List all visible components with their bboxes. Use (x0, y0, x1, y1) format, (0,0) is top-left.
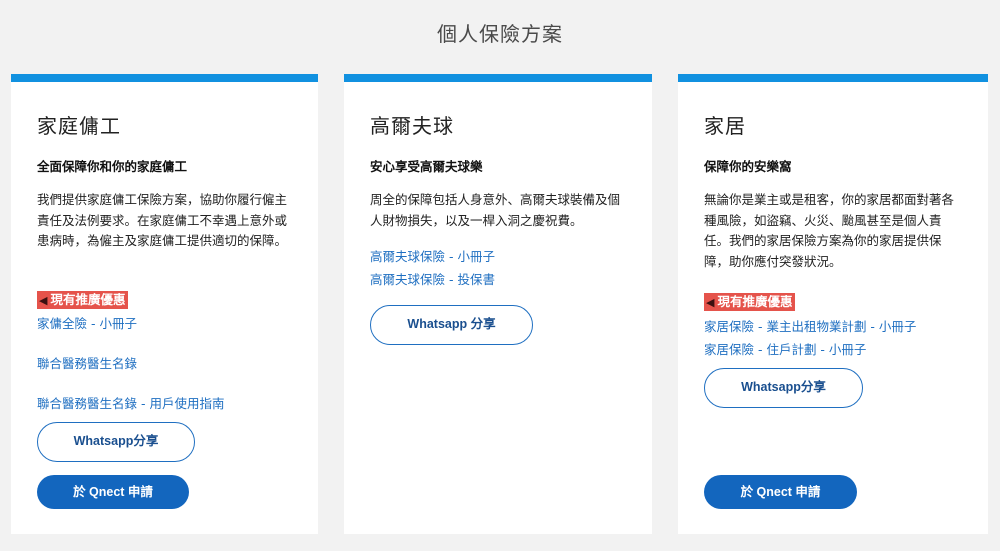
apply-qnect-button[interactable]: 於 Qnect 申請 (37, 475, 189, 509)
card-subtitle: 安心享受高爾夫球樂 (370, 159, 483, 174)
link-doctor-list-guide[interactable]: 聯合醫務醫生名錄 - 用戶使用指南 (37, 393, 224, 412)
link-golf-proposal[interactable]: 高爾夫球保險 - 投保書 (370, 269, 495, 288)
card-title: 家居 (704, 114, 746, 138)
card-description: 無論你是業主或是租客，你的家居都面對著各種風險，如盜竊、火災、颱風甚至是個人責任… (704, 192, 955, 269)
card-domestic-helper: 家庭傭工 全面保障你和你的家庭傭工 我們提供家庭傭工保險方案，協助你履行僱主責任… (11, 74, 318, 534)
speaker-icon: ◀ (706, 296, 715, 309)
speaker-icon: ◀ (39, 294, 48, 307)
link-doctor-list[interactable]: 聯合醫務醫生名錄 (37, 353, 137, 372)
whatsapp-share-button[interactable]: Whatsapp 分享 (370, 305, 533, 345)
card-title: 高爾夫球 (370, 114, 454, 138)
link-home-household-brochure[interactable]: 家居保險 - 住戶計劃 - 小冊子 (704, 339, 866, 358)
promo-label: 現有推廣優惠 (50, 292, 126, 307)
card-description: 周全的保障包括人身意外、高爾夫球裝備及個人財物損失，以及一桿入洞之慶祝費。 (370, 192, 621, 228)
whatsapp-share-button[interactable]: Whatsapp分享 (37, 422, 195, 462)
card-description: 我們提供家庭傭工保險方案，協助你履行僱主責任及法例要求。在家庭傭工不幸遇上意外或… (37, 192, 288, 248)
page-title: 個人保險方案 (437, 22, 563, 46)
card-title: 家庭傭工 (37, 114, 121, 138)
promo-badge: ◀ 現有推廣優惠 (37, 291, 129, 309)
link-home-landlord-brochure[interactable]: 家居保險 - 業主出租物業計劃 - 小冊子 (704, 316, 916, 335)
whatsapp-share-button[interactable]: Whatsapp分享 (704, 368, 863, 408)
promo-badge: ◀ 現有推廣優惠 (704, 293, 796, 311)
card-subtitle: 保障你的安樂窩 (704, 159, 792, 174)
card-subtitle: 全面保障你和你的家庭傭工 (37, 159, 188, 174)
link-helper-brochure[interactable]: 家傭全險 - 小冊子 (37, 313, 137, 332)
apply-qnect-button[interactable]: 於 Qnect 申請 (704, 475, 857, 509)
card-golf: 高爾夫球 安心享受高爾夫球樂 周全的保障包括人身意外、高爾夫球裝備及個人財物損失… (344, 74, 652, 534)
promo-label: 現有推廣優惠 (717, 294, 793, 309)
link-golf-brochure[interactable]: 高爾夫球保險 - 小冊子 (370, 246, 495, 265)
card-home: 家居 保障你的安樂窩 無論你是業主或是租客，你的家居都面對著各種風險，如盜竊、火… (678, 74, 988, 534)
